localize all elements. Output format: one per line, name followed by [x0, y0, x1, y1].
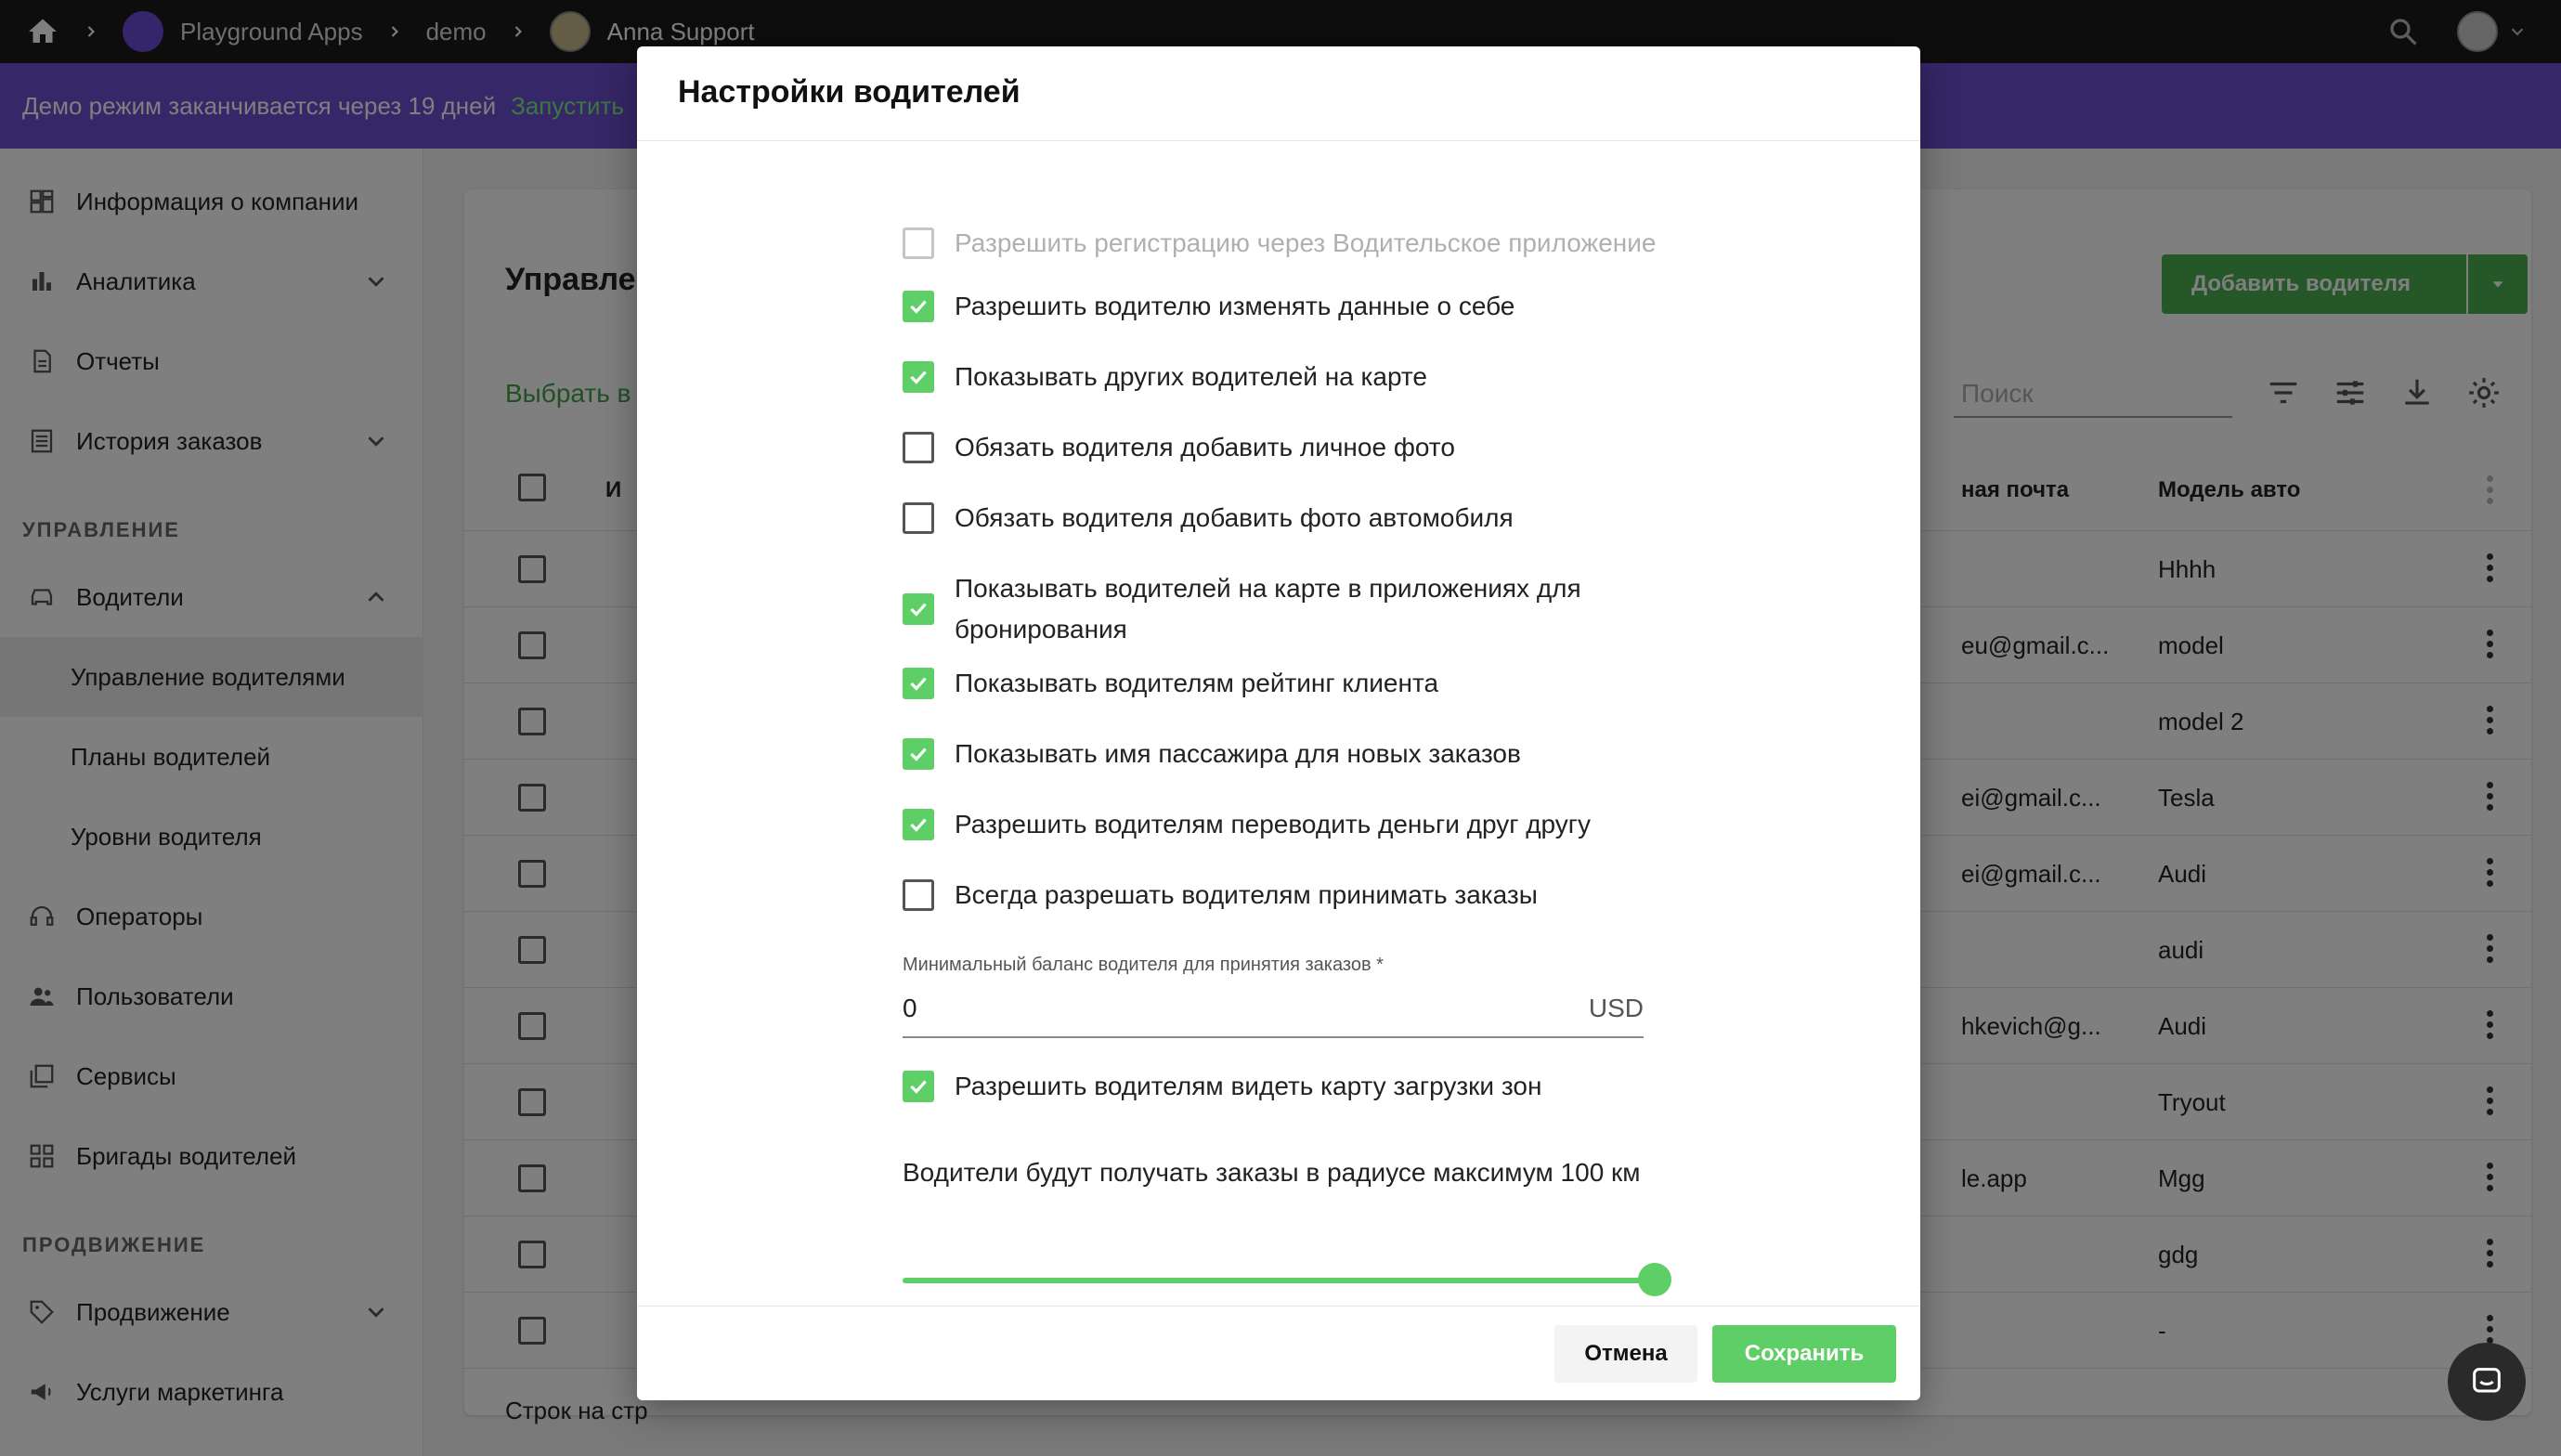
- setting-label: Показывать имя пассажира для новых заказ…: [955, 739, 1521, 768]
- setting-label: Показывать других водителей на карте: [955, 362, 1427, 391]
- setting-option[interactable]: Обязать водителя добавить фото автомобил…: [903, 498, 1664, 539]
- setting-checkbox[interactable]: [903, 502, 934, 534]
- setting-option[interactable]: Показывать водителей на карте в приложен…: [903, 568, 1664, 650]
- radius-slider-track[interactable]: [903, 1278, 1655, 1283]
- radius-description: Водители будут получать заказы в радиусе…: [903, 1158, 1641, 1187]
- setting-option[interactable]: Всегда разрешать водителям принимать зак…: [903, 875, 1664, 916]
- setting-checkbox[interactable]: [903, 809, 934, 840]
- setting-option[interactable]: Показывать водителям рейтинг клиента: [903, 663, 1664, 704]
- min-balance-field[interactable]: 0 USD: [903, 982, 1644, 1038]
- setting-label: Показывать водителям рейтинг клиента: [955, 669, 1439, 697]
- setting-checkbox[interactable]: [903, 361, 934, 393]
- min-balance-label: Минимальный баланс водителя для принятия…: [903, 955, 1384, 975]
- setting-checkbox[interactable]: [903, 1071, 934, 1102]
- setting-label: Разрешить водителям переводить деньги др…: [955, 810, 1592, 838]
- setting-checkbox[interactable]: [903, 668, 934, 699]
- setting-checkbox[interactable]: [903, 738, 934, 770]
- setting-option: Разрешить регистрацию через Водительское…: [903, 202, 1664, 284]
- setting-option[interactable]: Разрешить водителю изменять данные о себ…: [903, 286, 1664, 327]
- chat-button[interactable]: [2448, 1343, 2526, 1421]
- setting-option[interactable]: Показывать других водителей на карте: [903, 357, 1664, 397]
- setting-checkbox[interactable]: [903, 879, 934, 911]
- setting-label: Разрешить регистрацию через Водительское…: [955, 228, 1657, 257]
- setting-checkbox: [903, 228, 934, 259]
- dialog-footer: Отмена Сохранить: [637, 1306, 1920, 1400]
- setting-checkbox[interactable]: [903, 291, 934, 322]
- setting-label: Обязать водителя добавить фото автомобил…: [955, 503, 1514, 532]
- setting-checkbox[interactable]: [903, 432, 934, 463]
- setting-label: Всегда разрешать водителям принимать зак…: [955, 880, 1538, 909]
- save-button[interactable]: Сохранить: [1712, 1325, 1896, 1383]
- setting-option[interactable]: Разрешить водителям переводить деньги др…: [903, 804, 1664, 845]
- setting-checkbox[interactable]: [903, 593, 934, 625]
- setting-label: Показывать водителей на карте в приложен…: [955, 574, 1581, 644]
- cancel-button[interactable]: Отмена: [1554, 1325, 1697, 1383]
- setting-label: Разрешить водителю изменять данные о себ…: [955, 292, 1515, 320]
- min-balance-value: 0: [903, 994, 917, 1022]
- setting-label: Разрешить водителям видеть карту загрузк…: [955, 1072, 1542, 1100]
- setting-option[interactable]: Обязать водителя добавить личное фото: [903, 427, 1664, 468]
- setting-option[interactable]: Показывать имя пассажира для новых заказ…: [903, 734, 1664, 774]
- radius-slider-thumb[interactable]: [1638, 1263, 1671, 1296]
- setting-label: Обязать водителя добавить личное фото: [955, 433, 1455, 462]
- setting-option[interactable]: Разрешить водителям видеть карту загрузк…: [903, 1066, 1664, 1107]
- min-balance-unit: USD: [1588, 994, 1644, 1022]
- dialog-header: Настройки водителей: [637, 46, 1920, 141]
- dialog-title: Настройки водителей: [678, 74, 1020, 110]
- chat-icon: [2473, 1368, 2501, 1393]
- driver-settings-dialog: Настройки водителей Разрешить регистраци…: [637, 46, 1920, 1400]
